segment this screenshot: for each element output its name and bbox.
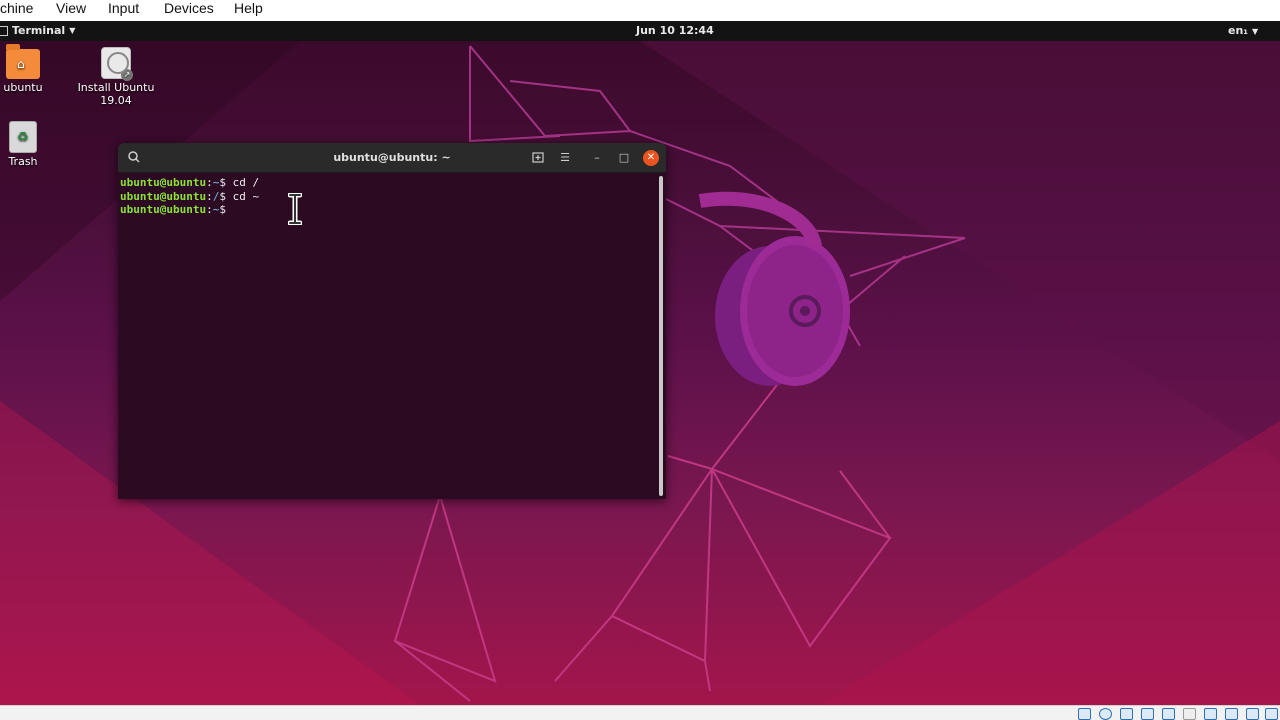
desktop-icon-label: Install Ubuntu 19.04 xyxy=(77,81,155,107)
minimize-icon[interactable]: – xyxy=(589,150,605,166)
prompt-sep: : xyxy=(206,189,213,203)
terminal-window[interactable]: ubuntu@ubuntu: ~ ☰ – □ ✕ ubuntu@ubuntu:~… xyxy=(118,143,666,499)
menu-view[interactable]: View xyxy=(56,0,86,16)
language-label: en₁ xyxy=(1228,24,1249,37)
terminal-line: ubuntu@ubuntu:~$ cd / xyxy=(120,176,656,190)
home-folder-icon: ⌂ xyxy=(6,44,40,79)
new-tab-icon[interactable] xyxy=(530,150,546,166)
network-icon[interactable] xyxy=(1141,708,1154,720)
hamburger-menu-icon[interactable]: ☰ xyxy=(557,150,573,166)
terminal-app-icon xyxy=(0,25,8,36)
usb-icon[interactable] xyxy=(1162,708,1175,720)
desktop-icon-home[interactable]: ⌂ ubuntu xyxy=(0,44,63,94)
terminal-line: ubuntu@ubuntu:/$ cd ~ xyxy=(120,190,656,204)
prompt-dollar: $ xyxy=(219,203,233,216)
prompt-sep: : xyxy=(206,176,213,189)
optical-drive-icon[interactable] xyxy=(1099,708,1112,720)
prompt-sep: : xyxy=(206,203,213,216)
desktop-icon-label: ubuntu xyxy=(3,81,43,94)
caret-down-icon: ▼ xyxy=(69,26,76,35)
audio-icon[interactable] xyxy=(1120,708,1133,720)
terminal-line: ubuntu@ubuntu:~$ xyxy=(120,203,656,217)
display-icon[interactable] xyxy=(1204,708,1217,720)
language-indicator[interactable]: en₁ ▼ xyxy=(1228,24,1258,37)
prompt-user: ubuntu@ubuntu xyxy=(120,189,207,203)
desktop-icon-install[interactable]: ↗ Install Ubuntu 19.04 xyxy=(76,47,156,107)
top-panel: Terminal ▼ Jun 10 12:44 en₁ ▼ xyxy=(0,21,1280,41)
prompt-dollar: $ xyxy=(219,176,233,189)
virtualization-icon[interactable] xyxy=(1246,708,1259,720)
shared-folders-icon[interactable] xyxy=(1183,708,1196,720)
app-menu[interactable]: Terminal ▼ xyxy=(0,24,75,37)
menu-machine[interactable]: chine xyxy=(0,0,33,16)
menu-devices[interactable]: Devices xyxy=(164,0,214,16)
hard-disk-icon[interactable] xyxy=(1078,708,1091,720)
desktop-icon-trash[interactable]: ♻ Trash xyxy=(0,121,63,168)
clock[interactable]: Jun 10 12:44 xyxy=(636,24,714,37)
vbox-status-bar xyxy=(0,705,1280,720)
trash-icon: ♻ xyxy=(9,121,37,153)
recording-icon[interactable] xyxy=(1225,708,1238,720)
vbox-menu-bar: chine View Input Devices Help xyxy=(0,0,1280,21)
close-icon[interactable]: ✕ xyxy=(643,150,659,166)
terminal-command: cd / xyxy=(232,176,260,189)
app-menu-label: Terminal xyxy=(12,24,66,37)
install-disc-icon: ↗ xyxy=(101,47,133,81)
menu-input[interactable]: Input xyxy=(108,0,139,16)
prompt-dollar: $ xyxy=(219,189,233,203)
prompt-user: ubuntu@ubuntu xyxy=(120,176,207,189)
terminal-command: cd ~ xyxy=(232,189,260,203)
terminal-titlebar[interactable]: ubuntu@ubuntu: ~ ☰ – □ ✕ xyxy=(118,143,666,173)
terminal-output[interactable]: ubuntu@ubuntu:~$ cd / ubuntu@ubuntu:/$ c… xyxy=(120,176,656,496)
ibeam-cursor-icon xyxy=(288,193,302,225)
terminal-title: ubuntu@ubuntu: ~ xyxy=(333,151,451,164)
mouse-integration-icon[interactable] xyxy=(1265,708,1278,720)
terminal-scrollbar[interactable] xyxy=(659,176,663,496)
desktop-icon-label: Trash xyxy=(8,155,38,168)
maximize-icon[interactable]: □ xyxy=(616,150,632,166)
prompt-user: ubuntu@ubuntu xyxy=(120,203,207,216)
caret-down-icon: ▼ xyxy=(1251,27,1259,36)
menu-help[interactable]: Help xyxy=(234,0,263,16)
